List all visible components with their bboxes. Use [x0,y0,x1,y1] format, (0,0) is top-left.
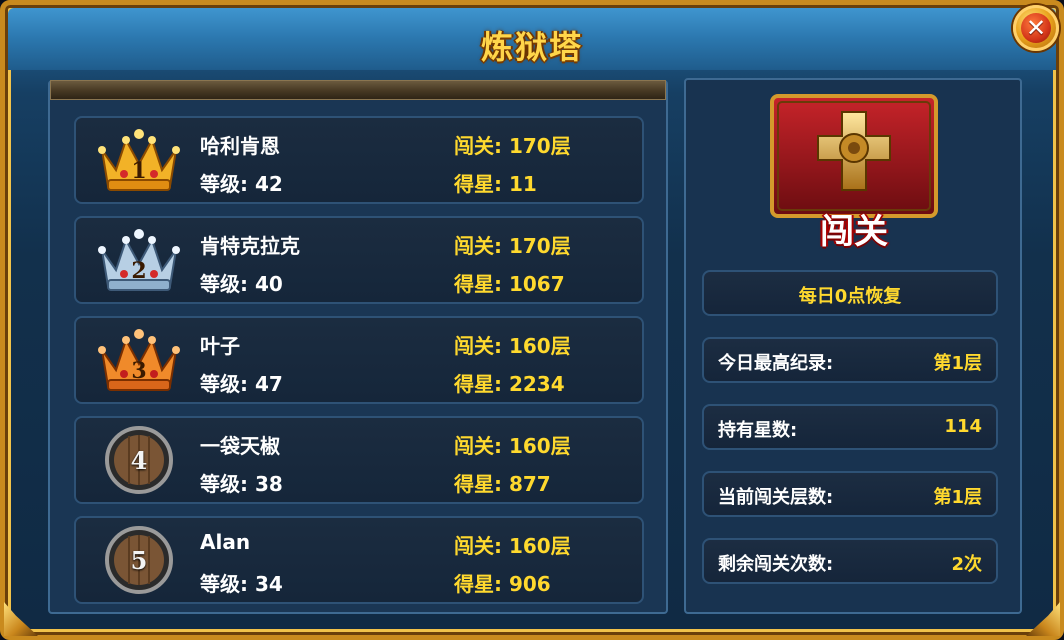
close-button[interactable]: ✕ [1013,5,1059,51]
player-stage: 闯关: 160层 [454,334,571,358]
challenge-button[interactable]: 闯关 [764,92,944,252]
rank-number: 4 [130,446,148,475]
wooden-shield-icon: 5 [94,526,184,594]
stat-value: 114 [944,416,982,437]
close-icon: ✕ [1021,13,1051,43]
player-stars: 得星: 2234 [454,372,565,396]
bronze-crown-icon: 3 [94,326,184,394]
ranking-row[interactable]: 4 一袋天椒 等级: 38 闯关: 160层 得星: 877 [74,416,644,504]
wooden-shield-icon: 4 [94,426,184,494]
player-level: 等级: 47 [200,372,283,396]
challenge-button-label: 闯关 [820,212,888,252]
player-stars: 得星: 906 [454,572,551,596]
player-level: 等级: 40 [200,272,283,296]
stat-label: 剩余闯关次数: [718,554,834,575]
stat-value: 2次 [951,554,982,575]
player-stage: 闯关: 160层 [454,534,571,558]
silver-crown-icon: 2 [94,226,184,294]
player-level: 等级: 34 [200,572,283,596]
rank-number: 1 [131,158,147,184]
ranking-row[interactable]: 5 Alan 等级: 34 闯关: 160层 得星: 906 [74,516,644,604]
ranking-row[interactable]: 3 叶子 等级: 47 闯关: 160层 得星: 2234 [74,316,644,404]
stat-remaining-attempts: 剩余闯关次数: 2次 [702,538,998,584]
stat-label: 持有星数: [718,420,798,441]
ranking-header-bar [50,80,666,100]
player-stage: 闯关: 160层 [454,434,571,458]
player-stars: 得星: 1067 [454,272,565,296]
player-level: 等级: 38 [200,472,283,496]
window-title: 炼狱塔 [480,28,583,66]
ranking-row[interactable]: 2 肯特克拉克 等级: 40 闯关: 170层 得星: 1067 [74,216,644,304]
stat-value: 第1层 [933,353,982,374]
rank-number: 2 [131,258,147,284]
player-name: 哈利肯恩 [200,134,280,158]
player-name: Alan [200,530,251,554]
player-stage: 闯关: 170层 [454,234,571,258]
stat-label: 当前闯关层数: [718,487,834,508]
player-stars: 得星: 877 [454,472,551,496]
stat-value: 第1层 [933,487,982,508]
reset-note-box: 每日0点恢复 [702,270,998,316]
stat-label: 今日最高纪录: [718,353,834,374]
player-name: 肯特克拉克 [200,234,300,258]
stat-stars-owned: 持有星数: 114 [702,404,998,450]
gold-crown-icon: 1 [94,126,184,194]
player-level: 等级: 42 [200,172,283,196]
player-name: 叶子 [200,334,240,358]
rank-number: 5 [130,546,148,575]
rank-number: 3 [131,358,147,384]
stat-best-record: 今日最高纪录: 第1层 [702,337,998,383]
reset-note: 每日0点恢复 [798,286,902,307]
player-stars: 得星: 11 [454,172,537,196]
stat-current-stage: 当前闯关层数: 第1层 [702,471,998,517]
player-stage: 闯关: 170层 [454,134,571,158]
player-name: 一袋天椒 [200,434,280,458]
ranking-row[interactable]: 1 哈利肯恩 等级: 42 闯关: 170层 得星: 11 [74,116,644,204]
